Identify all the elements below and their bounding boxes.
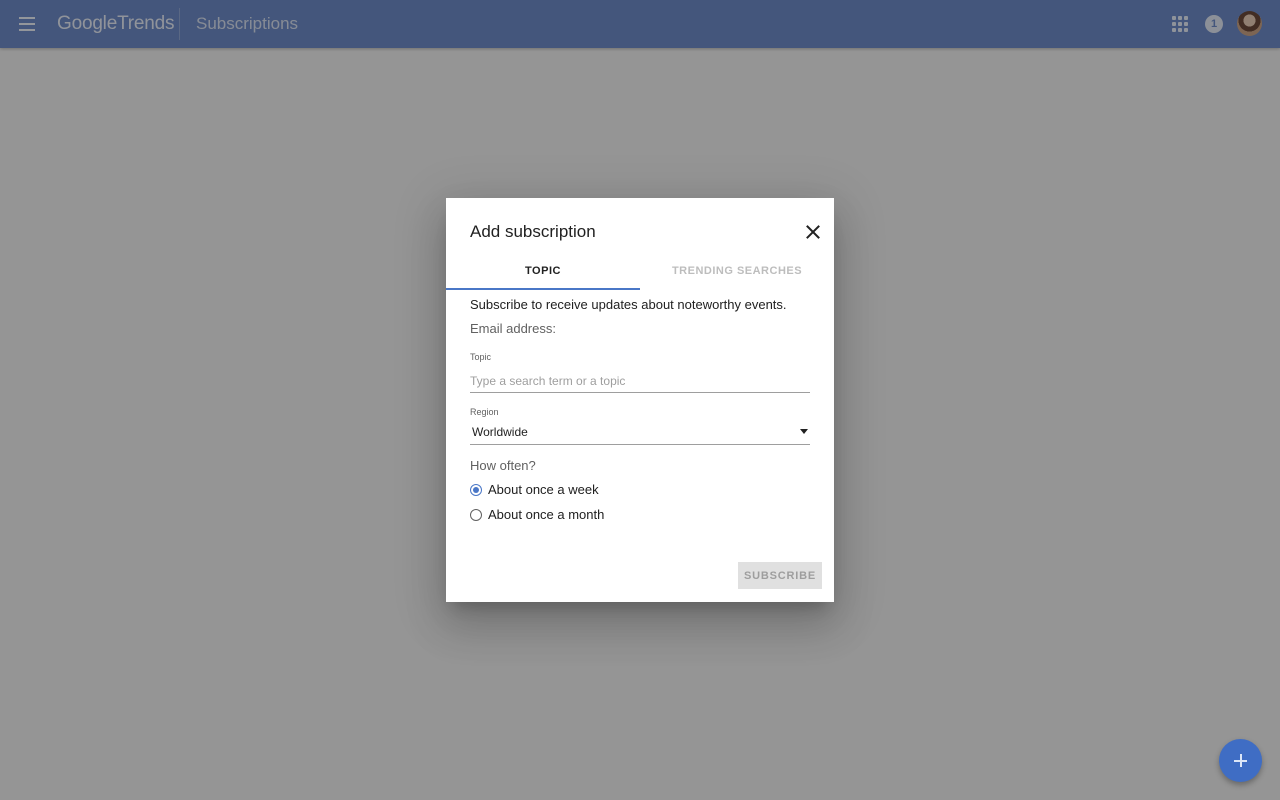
add-subscription-dialog: Add subscription TOPIC TRENDING SEARCHES… [446,198,834,602]
tab-trending-searches[interactable]: TRENDING SEARCHES [640,258,834,288]
chevron-down-icon [800,429,808,434]
email-address-label: Email address: [470,321,556,336]
subscription-tabs: TOPIC TRENDING SEARCHES [446,258,834,290]
topic-input[interactable] [470,370,810,393]
radio-button[interactable] [470,509,482,521]
add-subscription-fab[interactable] [1219,739,1262,782]
subscribe-button[interactable]: SUBSCRIBE [738,562,822,589]
region-value: Worldwide [472,425,528,439]
radio-button-selected[interactable] [470,484,482,496]
intro-text: Subscribe to receive updates about notew… [470,297,787,312]
region-label: Region [470,407,499,417]
add-icon-vertical [1239,754,1242,767]
frequency-option-label: About once a week [488,482,599,497]
tab-topic[interactable]: TOPIC [446,258,640,290]
close-icon[interactable] [802,221,824,243]
region-select[interactable]: Worldwide [470,421,810,445]
how-often-label: How often? [470,458,536,473]
frequency-option-label: About once a month [488,507,605,522]
dialog-title: Add subscription [470,222,596,241]
topic-label: Topic [470,352,492,362]
